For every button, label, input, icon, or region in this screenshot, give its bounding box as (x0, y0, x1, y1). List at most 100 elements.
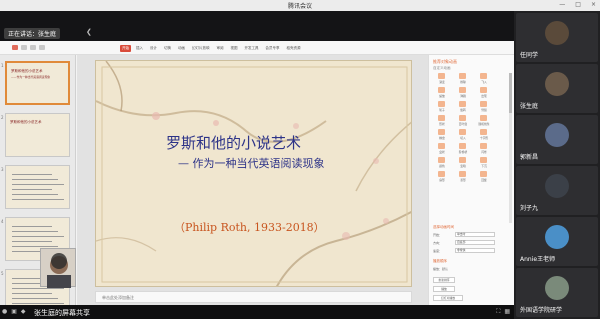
animation-option[interactable]: 随机线条 (475, 115, 493, 126)
animation-icon (459, 87, 466, 93)
ribbon-tab[interactable]: 幻灯片放映 (190, 45, 212, 52)
thumbnail-text-line (12, 288, 64, 289)
panel-subtitle: 自定义动画 (433, 66, 451, 70)
animation-option[interactable]: 扇形 (433, 171, 451, 182)
quick-tools (12, 45, 45, 50)
participant-tile[interactable]: 刘子九 (516, 166, 598, 215)
speaking-indicator: 正在讲话：张生庭 (4, 28, 61, 39)
play-button[interactable]: 播放 (433, 286, 455, 292)
ribbon-tabs: 开始 插入 设计 切换 动画 幻灯片放映 审阅 视图 开发工具 会员专享 稻壳资源 (120, 45, 303, 52)
speaker-avatar (47, 253, 71, 288)
animation-option[interactable]: 回旋 (475, 171, 493, 182)
participant-tile[interactable]: 郭新昌 (516, 115, 598, 164)
notes-placeholder: 单击此处添加备注 (102, 295, 134, 300)
ribbon-tab[interactable]: 会员专享 (264, 45, 282, 52)
animation-option[interactable]: 轮子 (433, 101, 451, 112)
animation-option[interactable]: 形状 (433, 115, 451, 126)
thumbnail-text-line (12, 303, 64, 304)
animation-option[interactable]: 菱形 (454, 171, 472, 182)
camera-icon[interactable]: ▣ (11, 308, 17, 315)
screen-share-area: 正在讲话：张生庭 ❮ 开始 插入 设计 切换 动画 幻灯片放映 审阅 视图 开发工具 会员专享 稻壳… (0, 11, 514, 316)
participant-name: 郭新昌 (520, 154, 539, 161)
animation-icon (480, 171, 487, 177)
fullscreen-icon[interactable]: ⛶ (496, 308, 500, 316)
participant-tile[interactable]: Annie王老师 (516, 217, 598, 266)
animation-option[interactable]: 渐变 (433, 73, 451, 84)
slide-thumbnail[interactable]: 罗斯和他的小说艺术 ——作为一种当代英语阅读现象 (5, 61, 70, 105)
save-icon[interactable] (21, 45, 27, 50)
animation-label: 切入 (460, 136, 466, 140)
ribbon-tab[interactable]: 动画 (176, 45, 187, 52)
participant-tile[interactable]: 外国语学院研学 (516, 268, 598, 317)
direction-select[interactable]: 自底部 (455, 240, 495, 245)
screen-share-label: 张生庭的屏幕共享 (34, 309, 90, 317)
ribbon-tab[interactable]: 插入 (134, 45, 145, 52)
thumbnail-title: 罗斯和他的小说艺术 (11, 69, 43, 73)
current-slide[interactable]: 罗斯和他的小说艺术 — 作为一种当代英语阅读现象 （Philip Roth, 1… (95, 60, 412, 287)
panel-scrollbar[interactable] (509, 73, 512, 223)
mic-icon[interactable]: ● (2, 308, 7, 315)
animation-icon (438, 129, 445, 135)
animation-option[interactable]: 劈裂 (475, 101, 493, 112)
animation-label: 旋转 (460, 108, 466, 112)
animation-option[interactable]: 变暗 (454, 157, 472, 168)
close-button[interactable]: × (591, 1, 596, 8)
speed-select[interactable]: 非常快 (455, 248, 495, 253)
animation-option[interactable]: 弹跳 (454, 87, 472, 98)
animation-option[interactable]: 下沉 (475, 157, 493, 168)
slide-thumbnail[interactable] (5, 165, 70, 209)
animation-option[interactable]: 颜色 (433, 157, 451, 168)
animation-option[interactable]: 棋盘 (433, 129, 451, 140)
ribbon-tab[interactable]: 开始 (120, 45, 131, 52)
animation-label: 十字形 (479, 136, 489, 140)
layout-icon[interactable]: ▦ (504, 308, 510, 316)
ribbon-tab[interactable]: 切换 (162, 45, 173, 52)
thumbnail-text-line (12, 199, 64, 200)
menu-icon[interactable] (12, 45, 18, 50)
thumbnail-text-line (12, 194, 58, 195)
animation-option[interactable]: 飞入 (475, 73, 493, 84)
notes-pane[interactable]: 单击此处添加备注 (95, 291, 412, 303)
minimize-button[interactable]: — (559, 1, 565, 8)
animation-option[interactable]: 阶梯状 (454, 143, 472, 154)
animation-option[interactable]: 缩放 (433, 87, 451, 98)
animation-icon (459, 73, 466, 79)
ribbon-tab[interactable]: 设计 (148, 45, 159, 52)
ribbon-tab[interactable]: 视图 (229, 45, 240, 52)
animation-label: 随机线条 (478, 122, 490, 126)
animation-option[interactable]: 切入 (454, 129, 472, 140)
chevron-left-icon[interactable]: ❮ (86, 28, 92, 36)
reorder-button[interactable]: 重新排序 (433, 277, 455, 283)
ribbon-tab[interactable]: 开发工具 (243, 45, 261, 52)
thumbnail-text-line (12, 293, 52, 294)
animation-label: 擦除 (460, 80, 466, 84)
participant-tile[interactable]: 张生庭 (516, 64, 598, 113)
participant-name: 张生庭 (520, 103, 539, 110)
animation-option[interactable]: 旋转 (454, 101, 472, 112)
animation-option[interactable]: 出现 (475, 87, 493, 98)
animation-label: 阶梯状 (458, 150, 468, 154)
thumbnail-number: 4 (1, 219, 4, 224)
slide-thumbnail[interactable]: 罗斯和他的小说艺术 (5, 113, 70, 157)
undo-icon[interactable] (30, 45, 36, 50)
window-controls: — □ × (559, 1, 596, 8)
window-titlebar: 腾讯会议 — □ × (0, 0, 600, 11)
redo-icon[interactable] (39, 45, 45, 50)
thumbnail-text-line (12, 246, 58, 247)
ribbon-tab[interactable]: 稻壳资源 (285, 45, 303, 52)
timing-section-title: 选择动画时间 (433, 225, 454, 229)
ribbon-tab[interactable]: 审阅 (215, 45, 226, 52)
window-title: 腾讯会议 (287, 3, 312, 10)
animation-option[interactable]: 十字形 (475, 129, 493, 140)
animation-option[interactable]: 擦除 (454, 73, 472, 84)
thumbnail-number: 2 (1, 115, 4, 120)
security-icon[interactable]: ◆ (21, 308, 26, 315)
participant-tile[interactable]: 任同学 (516, 13, 598, 62)
animation-icon (459, 101, 466, 107)
maximize-button[interactable]: □ (575, 1, 581, 8)
animation-option[interactable]: 百叶窗 (454, 115, 472, 126)
animation-option[interactable]: 闪烁 (475, 143, 493, 154)
start-select[interactable]: 单击时 (455, 232, 495, 237)
slideshow-button[interactable]: 幻灯片播放 (433, 295, 463, 301)
animation-option[interactable]: 盒状 (433, 143, 451, 154)
